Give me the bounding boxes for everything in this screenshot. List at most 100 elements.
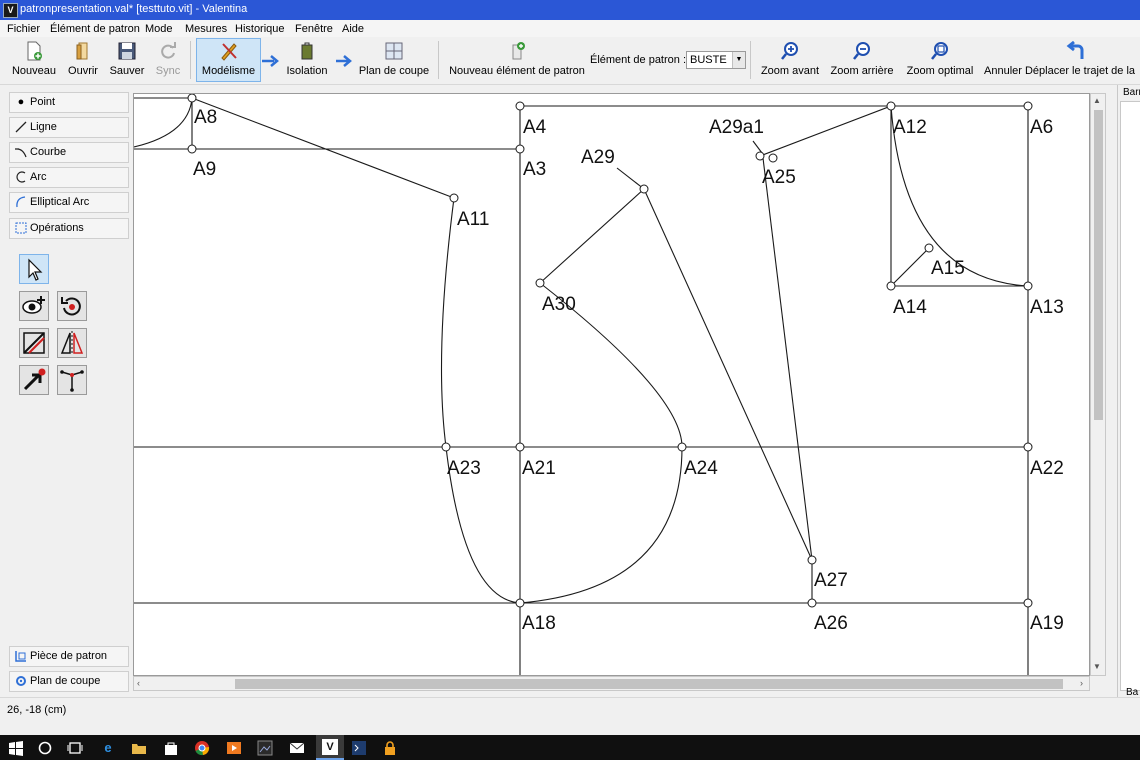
point-a23[interactable] [441, 442, 451, 452]
plan-de-coupe-panel-button[interactable]: Plan de coupe [9, 671, 129, 692]
zoom-optimal-button[interactable]: Zoom optimal [904, 39, 976, 81]
point-a27[interactable] [807, 555, 817, 565]
curve-a8[interactable] [134, 97, 193, 148]
scroll-left-icon[interactable]: ‹ [137, 678, 140, 688]
ligne-tool-button[interactable]: Ligne [9, 117, 129, 138]
line-a29-a27[interactable] [643, 188, 813, 561]
menu-fenetre[interactable]: Fenêtre [295, 23, 333, 35]
point-a4[interactable] [515, 101, 525, 111]
drawing-canvas[interactable]: A8 A9 A11 A4 A3 A29 A29a1 A25 A12 A6 A15… [133, 93, 1090, 676]
isolation-pattern-icon [301, 42, 313, 60]
horizontal-scrollbar[interactable]: ‹ › [133, 676, 1090, 691]
leader-a29a1 [752, 140, 763, 154]
nouveau-element-button[interactable]: Nouveau élément de patron [448, 39, 586, 81]
media-player-icon[interactable] [226, 740, 242, 756]
isolation-button[interactable]: Isolation [283, 39, 331, 81]
point-a12[interactable] [886, 101, 896, 111]
right-panel-content[interactable] [1120, 101, 1140, 691]
valentina-taskbar-button[interactable]: V [316, 735, 344, 760]
lock-app-icon[interactable] [382, 740, 398, 756]
windows-start-icon[interactable] [8, 740, 24, 756]
piece-de-patron-button[interactable]: Pièce de patron [9, 646, 129, 667]
point-a13[interactable] [1023, 281, 1033, 291]
zoom-arriere-button[interactable]: Zoom arrière [828, 39, 896, 81]
menu-mesures[interactable]: Mesures [185, 23, 227, 35]
point-a18[interactable] [515, 598, 525, 608]
operations-icon [15, 222, 27, 234]
curve-a11-a18[interactable] [440, 197, 521, 604]
point-a6[interactable] [1023, 101, 1033, 111]
operations-tool-button[interactable]: Opérations [9, 218, 129, 239]
vertical-scroll-thumb[interactable] [1094, 110, 1103, 420]
line-a25-a27[interactable] [762, 157, 813, 561]
point-a22[interactable] [1023, 442, 1033, 452]
pattern-drawing[interactable]: A8 A9 A11 A4 A3 A29 A29a1 A25 A12 A6 A15… [134, 94, 1090, 676]
courbe-tool-button[interactable]: Courbe [9, 142, 129, 163]
point-tool-button[interactable]: ● Point [9, 92, 129, 113]
file-explorer-icon[interactable] [131, 740, 147, 756]
point-a15[interactable] [924, 243, 934, 253]
select-arrow-tool[interactable] [19, 254, 49, 284]
task-view-icon[interactable] [67, 740, 83, 756]
terminal-icon[interactable] [351, 740, 367, 756]
point-a30[interactable] [535, 278, 545, 288]
plan-de-coupe-button[interactable]: Plan de coupe [358, 39, 430, 81]
label-a19: A19 [1030, 613, 1064, 634]
sync-button[interactable]: Sync [152, 39, 184, 81]
menu-aide[interactable]: Aide [342, 23, 364, 35]
menu-mode[interactable]: Mode [145, 23, 173, 35]
edge-browser-icon[interactable]: e [100, 740, 116, 756]
point-a3[interactable] [515, 144, 525, 154]
point-a11[interactable] [449, 193, 459, 203]
scroll-down-icon[interactable]: ▼ [1093, 662, 1101, 671]
mirror-axis-tool[interactable] [57, 328, 87, 358]
point-a21[interactable] [515, 442, 525, 452]
chrome-icon[interactable] [194, 740, 210, 756]
line-a8-a11[interactable] [191, 97, 455, 199]
vertical-scrollbar[interactable]: ▲ ▼ [1090, 93, 1106, 676]
point-a24[interactable] [677, 442, 687, 452]
point-a29[interactable] [639, 184, 649, 194]
scroll-right-icon[interactable]: › [1080, 678, 1083, 688]
point-a14[interactable] [886, 281, 896, 291]
point-a19[interactable] [1023, 598, 1033, 608]
image-editor-icon[interactable] [257, 740, 273, 756]
nouveau-button[interactable]: Nouveau [10, 39, 58, 81]
sauver-button[interactable]: Sauver [107, 39, 147, 81]
annuler-button[interactable]: Annuler Déplacer le trajet de la [984, 39, 1140, 81]
modelisme-button[interactable]: Modélisme [196, 38, 261, 82]
point-a8[interactable] [187, 94, 197, 103]
line-a29-a30[interactable] [539, 188, 645, 284]
true-darts-tool[interactable] [57, 365, 87, 395]
line-a25-a12[interactable] [759, 105, 892, 157]
arc-tool-button[interactable]: Arc [9, 167, 129, 188]
curve-a30-a18[interactable] [519, 282, 683, 604]
search-circle-icon[interactable] [37, 740, 53, 756]
menu-historique[interactable]: Historique [235, 23, 285, 35]
element-de-patron-select[interactable]: BUSTE ▼ [686, 51, 746, 69]
move-tool[interactable] [19, 365, 49, 395]
menu-fichier[interactable]: Fichier [7, 23, 40, 35]
save-disk-icon [118, 42, 136, 60]
point-a26[interactable] [807, 598, 817, 608]
main-toolbar: Nouveau Ouvrir Sauver Sync Modélisme Iso… [0, 37, 1140, 85]
point-a9[interactable] [187, 144, 197, 154]
line-a14-a15[interactable] [890, 247, 930, 287]
mail-icon[interactable] [289, 740, 305, 756]
elliptical-arc-tool-button[interactable]: Elliptical Arc [9, 192, 129, 213]
point-a29a1[interactable] [755, 151, 765, 161]
menu-element-de-patron[interactable]: Élément de patron [50, 23, 140, 35]
show-details-tool[interactable] [19, 291, 49, 321]
point-a25[interactable] [768, 153, 778, 163]
arc-icon [16, 171, 26, 183]
label-a18: A18 [522, 613, 556, 634]
rotation-tool[interactable] [57, 291, 87, 321]
horizontal-scroll-thumb[interactable] [235, 679, 1063, 689]
ouvrir-button[interactable]: Ouvrir [64, 39, 102, 81]
zoom-avant-button[interactable]: Zoom avant [760, 39, 820, 81]
element-de-patron-label: Élément de patron : [590, 54, 687, 66]
label-a15: A15 [931, 258, 965, 279]
mirror-line-tool[interactable] [19, 328, 49, 358]
store-bag-icon[interactable] [163, 740, 179, 756]
scroll-up-icon[interactable]: ▲ [1093, 96, 1101, 105]
